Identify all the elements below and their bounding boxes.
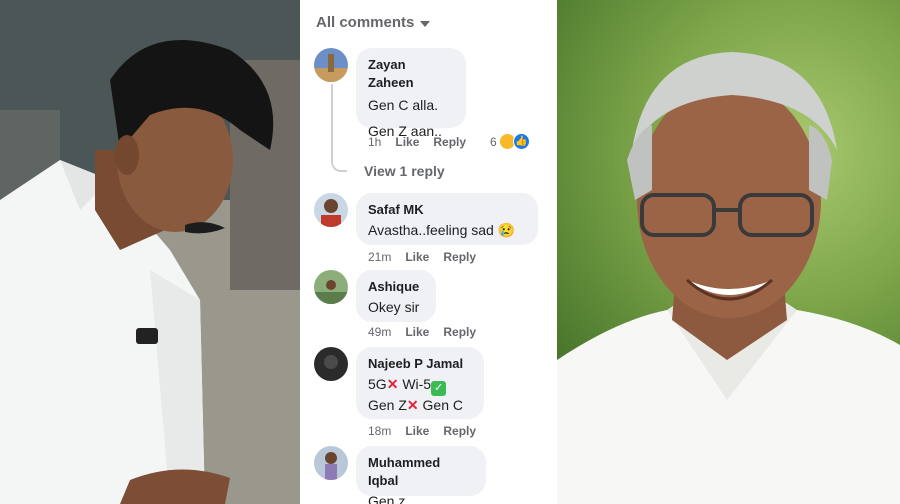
left-photo-illustration: [0, 0, 300, 504]
like-button[interactable]: Like: [405, 424, 429, 438]
commenter-name[interactable]: Safaf MK: [368, 201, 526, 219]
commenter-name[interactable]: Najeeb P Jamal: [368, 355, 472, 373]
thread-connector: [331, 84, 347, 172]
check-mark-icon: ✓: [431, 381, 447, 397]
like-button[interactable]: Like: [405, 325, 429, 339]
avatar[interactable]: [314, 347, 348, 381]
left-photo: [0, 0, 300, 504]
right-photo: [557, 0, 900, 504]
cross-mark-icon: ✕: [406, 397, 419, 414]
commenter-name[interactable]: Zayan Zaheen: [368, 56, 454, 92]
comment-text-line: Gen Z✕ Gen C: [368, 396, 472, 416]
comment-bubble: Ashique Okey sir: [356, 270, 436, 322]
reply-button[interactable]: Reply: [443, 424, 476, 438]
comment-ashique: Ashique Okey sir 49m Like Reply: [314, 270, 554, 342]
comment-bubble: Muhammed Iqbal Gen z: [356, 446, 486, 504]
like-button[interactable]: Like: [405, 250, 429, 264]
avatar[interactable]: [314, 446, 348, 480]
avatar[interactable]: [314, 193, 348, 227]
reaction-summary[interactable]: 6 👍: [490, 133, 530, 150]
comment-text-line: Gen C alla.: [368, 97, 439, 114]
commenter-name[interactable]: Ashique: [368, 278, 424, 296]
comment-meta: 1h Like Reply: [368, 135, 466, 149]
right-photo-illustration: [557, 52, 900, 504]
comment-text: 5G: [368, 376, 387, 393]
reply-button[interactable]: Reply: [443, 325, 476, 339]
comment-text-line: Gen z: [368, 493, 406, 504]
comment-text-line: Okey sir: [368, 299, 420, 316]
comment-muhammed: Muhammed Iqbal Gen z: [314, 446, 554, 504]
chevron-down-icon: [420, 21, 431, 27]
comment-text: Wi-5: [402, 376, 432, 393]
view-replies-link[interactable]: View 1 reply: [364, 163, 445, 179]
comment-meta: 18m Like Reply: [368, 424, 476, 438]
all-comments-label: All comments: [316, 14, 415, 31]
comment-zayan: Zayan Zaheen Gen C alla. Gen Z aan.. 1h …: [314, 48, 554, 158]
reply-button[interactable]: Reply: [433, 135, 466, 149]
comment-text: Gen C: [422, 397, 463, 414]
comment-meta: 49m Like Reply: [368, 325, 476, 339]
comment-time: 18m: [368, 424, 392, 438]
cross-mark-icon: ✕: [386, 376, 399, 393]
comment-meta: 21m Like Reply: [368, 250, 476, 264]
comment-bubble: Najeeb P Jamal 5G✕ Wi-5 ✓ Gen Z✕ Gen C: [356, 347, 484, 419]
reaction-count: 6: [490, 134, 497, 149]
comment-najeeb: Najeeb P Jamal 5G✕ Wi-5 ✓ Gen Z✕ Gen C 18…: [314, 347, 554, 442]
comments-panel: All comments Zayan Zaheen Gen C alla. Ge…: [300, 0, 557, 504]
comment-bubble: Zayan Zaheen Gen C alla. Gen Z aan..: [356, 48, 466, 139]
comment-time: 1h: [368, 135, 382, 149]
comment-bubble: Safaf MK Avastha..feeling sad 😢: [356, 193, 538, 245]
avatar[interactable]: [314, 48, 348, 82]
avatar[interactable]: [314, 270, 348, 304]
comment-text-line: 5G✕ Wi-5 ✓: [368, 375, 472, 397]
all-comments-filter[interactable]: All comments: [316, 14, 431, 31]
comment-text-line: Avastha..feeling sad 😢: [368, 222, 516, 239]
like-reaction-icon: 👍: [512, 133, 530, 150]
reply-button[interactable]: Reply: [443, 250, 476, 264]
comment-safaf: Safaf MK Avastha..feeling sad 😢 21m Like…: [314, 193, 554, 268]
commenter-name[interactable]: Muhammed Iqbal: [368, 454, 474, 490]
like-button[interactable]: Like: [395, 135, 419, 149]
comment-time: 21m: [368, 250, 392, 264]
comment-time: 49m: [368, 325, 392, 339]
comment-text: Gen Z: [368, 397, 407, 414]
